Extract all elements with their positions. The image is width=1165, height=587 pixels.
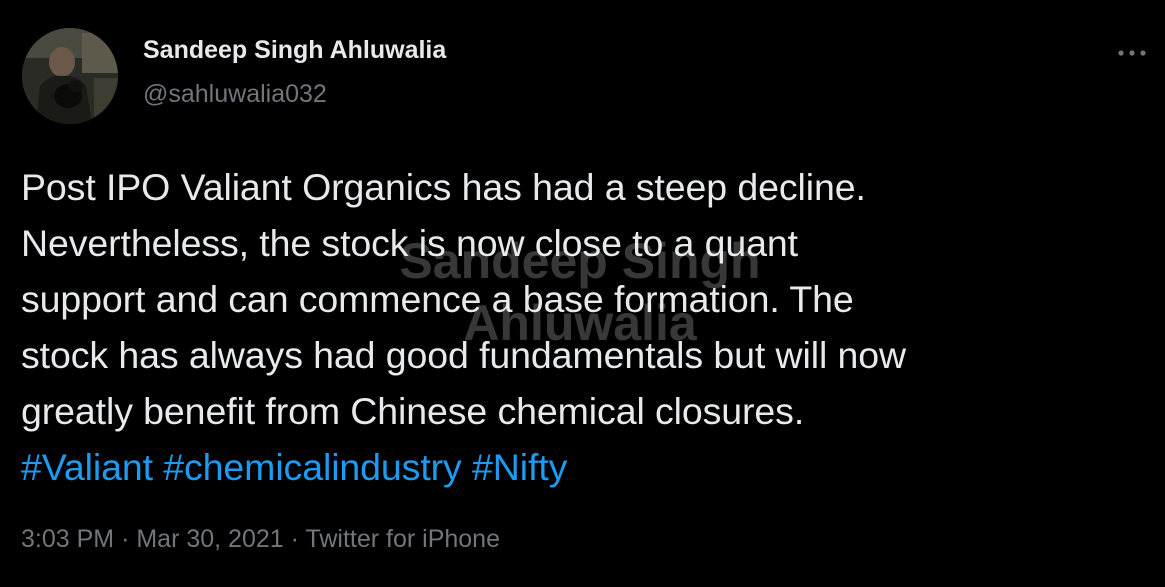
tweet-time[interactable]: 3:03 PM: [21, 525, 114, 553]
meta-separator: ·: [290, 525, 299, 553]
hashtag-nifty[interactable]: #Nifty: [472, 446, 567, 488]
hashtag-chemicalindustry[interactable]: #chemicalindustry: [163, 446, 462, 488]
avatar-photo: [22, 28, 118, 124]
author-name[interactable]: Sandeep Singh Ahluwalia: [143, 36, 446, 65]
tweet-text-line: greatly benefit from Chinese chemical cl…: [21, 390, 805, 432]
hashtag-valiant[interactable]: #Valiant: [21, 446, 153, 488]
tweet-meta: 3:03 PM · Mar 30, 2021 · Twitter for iPh…: [21, 525, 500, 554]
meta-separator: ·: [121, 525, 130, 553]
tweet-text-line: Nevertheless, the stock is now close to …: [21, 222, 798, 264]
author-handle[interactable]: @sahluwalia032: [143, 80, 327, 109]
tweet-text-line: support and can commence a base formatio…: [21, 278, 854, 320]
tweet-text-line: Post IPO Valiant Organics has had a stee…: [21, 166, 866, 208]
hashtag-line: #Valiant #chemicalindustry #Nifty: [21, 439, 1141, 495]
tweet-text: Post IPO Valiant Organics has had a stee…: [21, 159, 1141, 495]
more-icon[interactable]: [1112, 38, 1152, 68]
tweet-text-line: stock has always had good fundamentals b…: [21, 334, 906, 376]
tweet-date[interactable]: Mar 30, 2021: [136, 525, 283, 553]
avatar[interactable]: [22, 28, 118, 124]
tweet-source[interactable]: Twitter for iPhone: [305, 525, 500, 553]
tweet-card: Sandeep Singh Ahluwalia @sahluwalia032 P…: [0, 0, 1165, 587]
